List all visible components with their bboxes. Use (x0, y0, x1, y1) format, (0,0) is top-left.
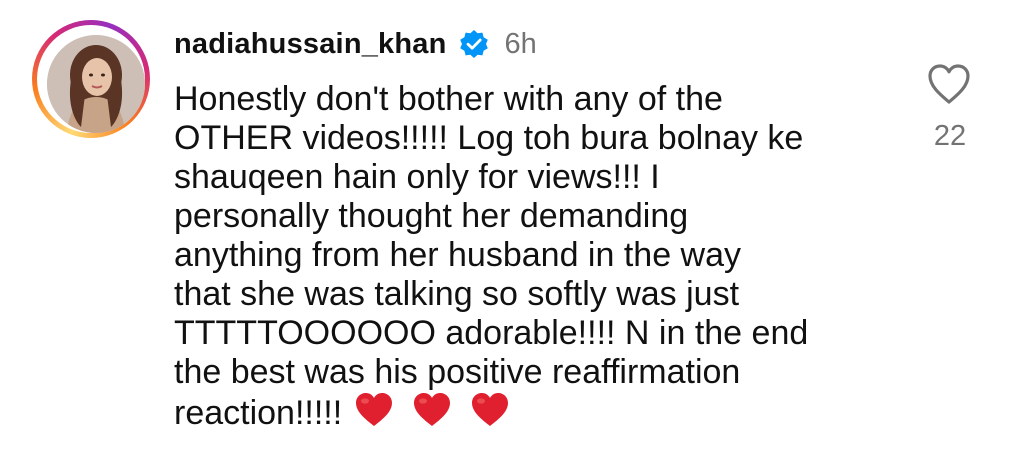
comment-header: nadiahussain_khan 6h (174, 24, 537, 64)
comment-text-line: Honestly don't bother with any of the (174, 80, 723, 118)
heart-emojis (354, 392, 510, 428)
timestamp: 6h (504, 27, 537, 60)
comment-text: Honestly don't bother with any of the OT… (174, 80, 874, 433)
comment-text-line: shauqeen hain only for views!!! I (174, 158, 660, 196)
avatar-gap (37, 25, 145, 133)
story-ring[interactable] (32, 20, 150, 138)
username[interactable]: nadiahussain_khan (174, 28, 447, 61)
red-heart-emoji-icon (470, 392, 510, 428)
verified-badge-icon (459, 29, 489, 59)
comment-text-line: reaction!!!!! (174, 394, 343, 432)
heart-outline-icon[interactable] (926, 62, 972, 106)
comment-text-line: anything from her husband in the way (174, 236, 742, 274)
comment-text-line: personally thought her demanding (174, 197, 689, 235)
like-count: 22 (933, 120, 967, 152)
avatar-image (47, 35, 145, 133)
comment: nadiahussain_khan 6h Honestly don't both… (0, 0, 1024, 468)
red-heart-emoji-icon (354, 392, 394, 428)
comment-text-line: the best was his positive reaffirmation (174, 353, 741, 391)
red-heart-emoji-icon (412, 392, 452, 428)
comment-text-line: OTHER videos!!!!! Log toh bura bolnay ke (174, 119, 804, 157)
comment-text-line: that she was talking so softly was just (174, 275, 740, 313)
comment-text-line: TTTTTOOOOOO adorable!!!! N in the end (174, 314, 809, 352)
comment-text-line-last: reaction!!!!! (174, 392, 874, 433)
avatar[interactable] (47, 35, 145, 133)
